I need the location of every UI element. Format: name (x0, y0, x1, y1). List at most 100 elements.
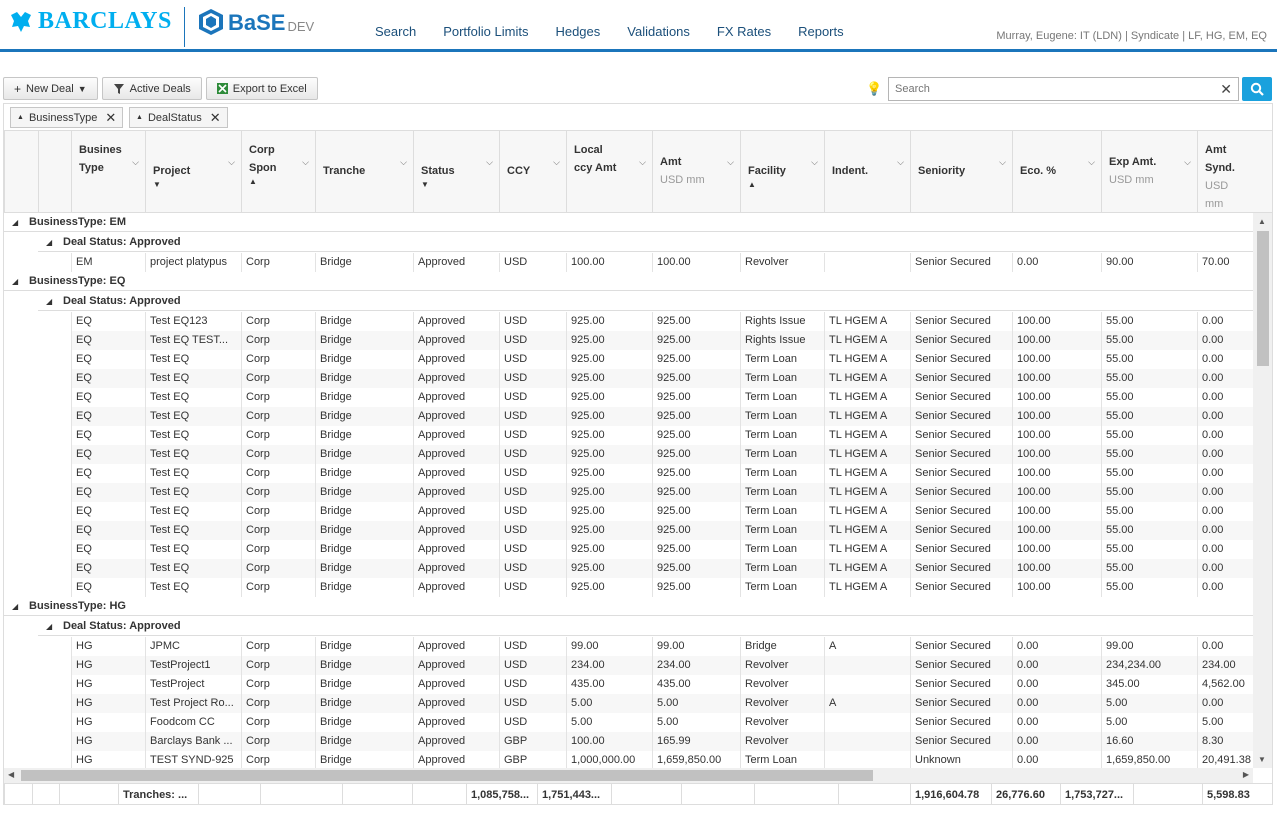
table-row[interactable]: EQ Test EQ Corp Bridge Approved USD 925.00 925.… (71, 483, 1253, 502)
column-menu-icon[interactable]: ⌵ (132, 157, 139, 168)
table-row[interactable]: EQ Test EQ Corp Bridge Approved USD 925.00 925.… (71, 540, 1253, 559)
table-row[interactable]: EQ Test EQ Corp Bridge Approved USD 925.00 925.… (71, 521, 1253, 540)
table-row[interactable]: HG Barclays Bank ... Corp Bridge Approved GBP… (71, 732, 1253, 751)
cell-local-ccy-amt: 234.00 (566, 656, 652, 675)
lightbulb-icon[interactable]: 💡 (866, 81, 882, 97)
table-row[interactable]: EQ Test EQ Corp Bridge Approved USD 925.00 925.… (71, 559, 1253, 578)
table-row[interactable]: HG JPMC Corp Bridge Approved USD 99.00 99.00 Bri… (71, 637, 1253, 656)
column-header-local-ccy-amt[interactable]: Local ccy Amt ⌵ (566, 131, 652, 213)
group-row-business-type[interactable]: ◢ BusinessType: HG (4, 597, 1253, 616)
table-row[interactable]: EQ Test EQ Corp Bridge Approved USD 925.00 925.… (71, 426, 1253, 445)
table-row[interactable]: EQ Test EQ Corp Bridge Approved USD 925.00 925.… (71, 464, 1253, 483)
column-unit-label: USD mm (1205, 180, 1229, 210)
column-menu-icon[interactable]: ⌵ (811, 157, 818, 168)
table-row[interactable]: EQ Test EQ Corp Bridge Approved USD 925.00 925.… (71, 407, 1253, 426)
column-header-project[interactable]: Project ▼ ⌵ (145, 131, 241, 213)
collapse-icon[interactable]: ◢ (46, 617, 52, 636)
table-row[interactable]: EQ Test EQ Corp Bridge Approved USD 925.00 925.… (71, 578, 1253, 597)
table-row[interactable]: EQ Test EQ Corp Bridge Approved USD 925.00 925.… (71, 502, 1253, 521)
group-row-business-type[interactable]: ◢ BusinessType: EQ (4, 272, 1253, 291)
column-header-label: Tranche (323, 165, 366, 177)
table-row[interactable]: EQ Test EQ TEST... Corp Bridge Approved USD 92… (71, 331, 1253, 350)
search-input[interactable] (889, 78, 1209, 100)
group-row-deal-status[interactable]: ◢ Deal Status: Approved (38, 233, 1253, 252)
barclays-logo[interactable]: BARCLAYS (8, 8, 172, 35)
group-row-business-type[interactable]: ◢ BusinessType: EM (4, 213, 1253, 232)
vertical-scrollbar[interactable]: ▲ ▼ (1253, 213, 1272, 768)
collapse-icon[interactable]: ◢ (12, 272, 18, 291)
cell-amt: 925.00 (652, 407, 740, 426)
collapse-icon[interactable]: ◢ (46, 292, 52, 311)
column-header-amt[interactable]: Amt USD mm ⌵ (652, 131, 740, 213)
column-header-amt-synd[interactable]: Amt Synd. USD mm (1197, 131, 1254, 213)
group-row-deal-status[interactable]: ◢ Deal Status: Approved (38, 292, 1253, 311)
column-menu-icon[interactable]: ⌵ (553, 157, 560, 168)
scroll-right-icon[interactable]: ▶ (1243, 770, 1249, 779)
table-row[interactable]: EQ Test EQ Corp Bridge Approved USD 925.00 925.… (71, 388, 1253, 407)
clear-search-icon[interactable]: ✕ (1220, 81, 1232, 98)
collapse-icon[interactable]: ◢ (12, 597, 18, 616)
table-row[interactable]: EQ Test EQ Corp Bridge Approved USD 925.00 925.… (71, 445, 1253, 464)
column-menu-icon[interactable]: ⌵ (1088, 157, 1095, 168)
horizontal-scrollbar[interactable]: ◀ ▶ (4, 768, 1253, 783)
table-row[interactable]: HG TestProject1 Corp Bridge Approved USD 234.0… (71, 656, 1253, 675)
cell-corp-spon: Corp (241, 331, 315, 350)
search-button[interactable] (1242, 77, 1272, 101)
column-header-indent[interactable]: Indent. ⌵ (824, 131, 910, 213)
base-logo[interactable]: BaSE DEV (198, 8, 314, 36)
nav-fx-rates[interactable]: FX Rates (717, 24, 771, 39)
group-row-deal-status[interactable]: ◢ Deal Status: Approved (38, 617, 1253, 636)
table-row[interactable]: EQ Test EQ Corp Bridge Approved USD 925.00 925.… (71, 369, 1253, 388)
nav-portfolio-limits[interactable]: Portfolio Limits (443, 24, 528, 39)
column-menu-icon[interactable]: ⌵ (897, 157, 904, 168)
table-row[interactable]: EQ Test EQ Corp Bridge Approved USD 925.00 925.… (71, 350, 1253, 369)
group-chip-dealstatus[interactable]: ▲ DealStatus ✕ (129, 107, 228, 128)
export-excel-button[interactable]: Export to Excel (205, 77, 318, 100)
cell-tranche: Bridge (315, 350, 413, 369)
cell-exp-amt: 16.60 (1101, 732, 1197, 751)
column-menu-icon[interactable]: ⌵ (999, 157, 1006, 168)
column-header-seniority[interactable]: Seniority ⌵ (910, 131, 1012, 213)
scroll-down-icon[interactable]: ▼ (1258, 755, 1266, 764)
scroll-thumb[interactable] (1257, 231, 1269, 366)
table-row[interactable]: HG TestProject Corp Bridge Approved USD 435.00… (71, 675, 1253, 694)
column-header-exp-amt[interactable]: Exp Amt. USD mm ⌵ (1101, 131, 1197, 213)
remove-group-icon[interactable]: ✕ (105, 110, 116, 126)
table-row[interactable]: HG Foodcom CC Corp Bridge Approved USD 5.00 5.0… (71, 713, 1253, 732)
table-row[interactable]: EM project platypus Corp Bridge Approved USD 1… (71, 253, 1253, 272)
cell-project: Test EQ (145, 464, 241, 483)
column-menu-icon[interactable]: ⌵ (228, 157, 235, 168)
column-header-tranche[interactable]: Tranche ⌵ (315, 131, 413, 213)
table-row[interactable]: HG Test Project Ro... Corp Bridge Approved US… (71, 694, 1253, 713)
search-field[interactable]: ✕ (888, 77, 1239, 101)
cell-eco-pct: 100.00 (1012, 350, 1101, 369)
collapse-icon[interactable]: ◢ (12, 213, 18, 232)
column-header-status[interactable]: Status ▼ ⌵ (413, 131, 499, 213)
nav-search[interactable]: Search (375, 24, 416, 39)
column-header-ccy[interactable]: CCY ⌵ (499, 131, 566, 213)
remove-group-icon[interactable]: ✕ (210, 110, 221, 126)
scroll-left-icon[interactable]: ◀ (8, 770, 14, 779)
column-menu-icon[interactable]: ⌵ (1184, 157, 1191, 168)
nav-validations[interactable]: Validations (627, 24, 690, 39)
column-header-business-type[interactable]: Busines Type ⌵ (71, 131, 145, 213)
new-deal-button[interactable]: + New Deal ▼ (3, 77, 98, 100)
group-chip-businesstype[interactable]: ▲ BusinessType ✕ (10, 107, 124, 128)
collapse-icon[interactable]: ◢ (46, 233, 52, 252)
nav-hedges[interactable]: Hedges (555, 24, 600, 39)
cell-project: TEST SYND-925 (145, 751, 241, 768)
table-row[interactable]: HG TEST SYND-925 Corp Bridge Approved GBP 1,00… (71, 751, 1253, 768)
scroll-up-icon[interactable]: ▲ (1258, 217, 1266, 226)
scroll-thumb[interactable] (21, 770, 873, 781)
column-header-eco-pct[interactable]: Eco. % ⌵ (1012, 131, 1101, 213)
nav-reports[interactable]: Reports (798, 24, 844, 39)
column-menu-icon[interactable]: ⌵ (400, 157, 407, 168)
table-row[interactable]: EQ Test EQ123 Corp Bridge Approved USD 925.00 9… (71, 312, 1253, 331)
active-deals-button[interactable]: Active Deals (101, 77, 202, 100)
column-menu-icon[interactable]: ⌵ (639, 157, 646, 168)
column-header-facility[interactable]: Facility ▲ ⌵ (740, 131, 824, 213)
column-menu-icon[interactable]: ⌵ (302, 157, 309, 168)
column-header-corp-spon[interactable]: Corp Spon ▲ ⌵ (241, 131, 315, 213)
column-menu-icon[interactable]: ⌵ (727, 157, 734, 168)
column-menu-icon[interactable]: ⌵ (486, 157, 493, 168)
